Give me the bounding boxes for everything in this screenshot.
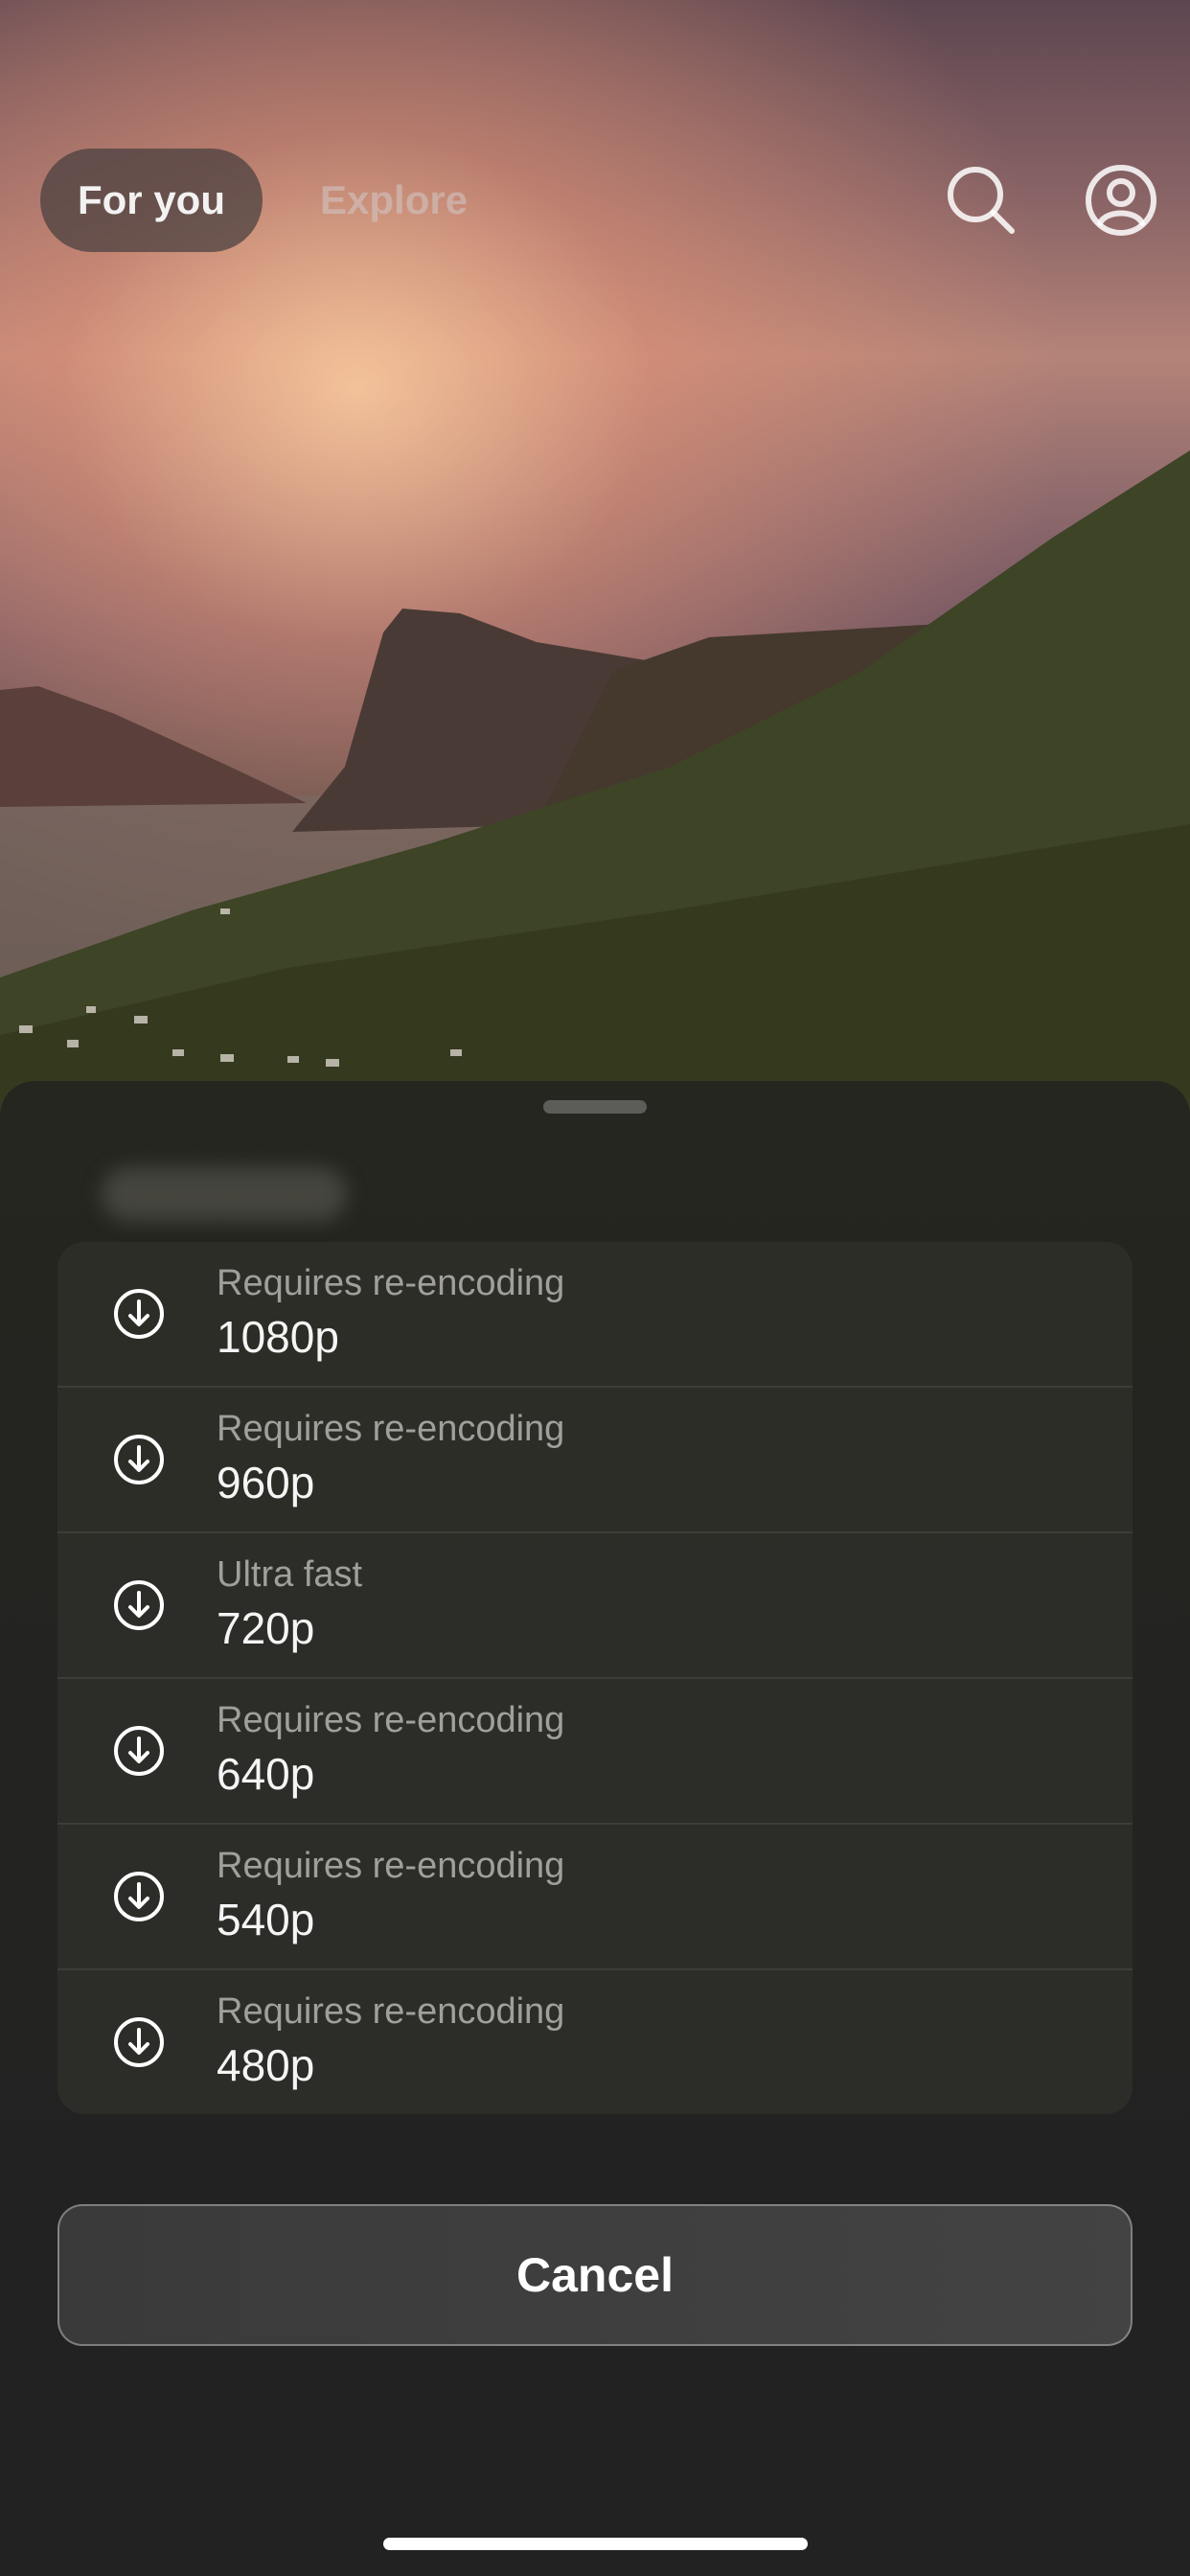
cancel-button[interactable]: Cancel: [57, 2204, 1133, 2346]
resolution-list: Requires re-encoding 1080p Requires re-e…: [57, 1242, 1133, 2114]
home-indicator: [383, 2538, 808, 2550]
tab-for-you[interactable]: For you: [40, 149, 263, 252]
list-item[interactable]: Requires re-encoding 480p: [57, 1970, 1133, 2114]
download-icon: [114, 1726, 164, 1776]
option-subtitle: Requires re-encoding: [217, 1263, 565, 1303]
option-resolution: 480p: [217, 2040, 315, 2090]
option-resolution: 720p: [217, 1603, 315, 1653]
download-icon: [114, 1289, 164, 1339]
list-item[interactable]: Requires re-encoding 540p: [57, 1825, 1133, 1970]
download-icon: [114, 2017, 164, 2067]
list-item[interactable]: Requires re-encoding 960p: [57, 1388, 1133, 1533]
option-subtitle: Requires re-encoding: [217, 1700, 565, 1740]
download-icon: [114, 1872, 164, 1921]
profile-icon[interactable]: [1081, 160, 1161, 241]
top-navigation: For you Explore: [0, 149, 1190, 254]
blurred-title: [102, 1167, 347, 1221]
list-item[interactable]: Requires re-encoding 1080p: [57, 1242, 1133, 1388]
option-subtitle: Requires re-encoding: [217, 1991, 565, 2032]
download-icon: [114, 1580, 164, 1630]
download-icon: [114, 1435, 164, 1484]
option-subtitle: Ultra fast: [217, 1554, 363, 1595]
option-resolution: 640p: [217, 1749, 315, 1799]
option-resolution: 540p: [217, 1895, 315, 1944]
option-resolution: 960p: [217, 1458, 315, 1507]
sheet-grabber[interactable]: [543, 1100, 647, 1114]
download-options-sheet: Requires re-encoding 1080p Requires re-e…: [0, 1081, 1190, 2576]
option-subtitle: Requires re-encoding: [217, 1409, 565, 1449]
search-icon[interactable]: [941, 160, 1021, 241]
option-subtitle: Requires re-encoding: [217, 1846, 565, 1886]
list-item[interactable]: Requires re-encoding 640p: [57, 1679, 1133, 1825]
tab-explore[interactable]: Explore: [320, 149, 468, 252]
list-item[interactable]: Ultra fast 720p: [57, 1533, 1133, 1679]
option-resolution: 1080p: [217, 1312, 339, 1362]
